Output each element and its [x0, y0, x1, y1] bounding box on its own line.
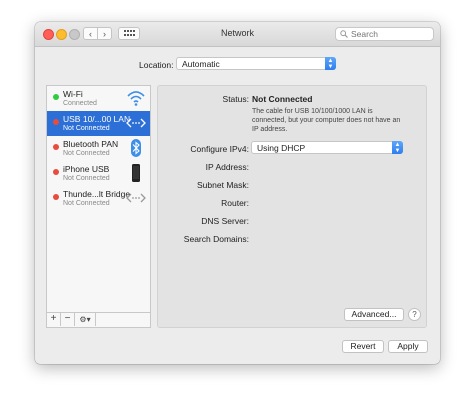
- configure-ipv4-popup[interactable]: Using DHCP ▲ ▼: [251, 141, 403, 154]
- help-button[interactable]: ?: [408, 308, 421, 321]
- network-window: ‹ › Network Location: Automatic ▲▼ Wi: [35, 22, 440, 364]
- search-input[interactable]: [351, 29, 431, 39]
- status-dot: [53, 94, 59, 100]
- location-label: Location:: [139, 60, 174, 70]
- revert-button[interactable]: Revert: [342, 340, 384, 353]
- status-value: Not Connected: [252, 94, 313, 104]
- status-dot: [53, 169, 59, 175]
- service-status: Not Connected: [63, 125, 110, 132]
- popup-arrows-icon: ▲ ▼: [325, 57, 336, 70]
- service-item-usb-lan[interactable]: USB 10/...00 LAN Not Connected: [47, 111, 150, 136]
- action-menu-button[interactable]: ⚙▾: [75, 313, 96, 326]
- service-name: Wi-Fi: [63, 89, 83, 99]
- advanced-button[interactable]: Advanced...: [344, 308, 404, 321]
- router-label: Router:: [221, 198, 249, 208]
- ethernet-icon: [126, 193, 146, 203]
- status-dot: [53, 144, 59, 150]
- service-item-iphone-usb[interactable]: iPhone USB Not Connected: [47, 161, 150, 186]
- dns-server-label: DNS Server:: [201, 216, 249, 226]
- service-list-toolbar: + − ⚙▾: [47, 312, 150, 327]
- ip-address-label: IP Address:: [205, 162, 249, 172]
- wifi-icon: [127, 91, 145, 106]
- service-list[interactable]: Wi-Fi Connected USB 10/...00 LAN Not Con…: [46, 85, 151, 328]
- ethernet-icon: [126, 118, 146, 128]
- service-name: iPhone USB: [63, 164, 110, 174]
- subnet-mask-label: Subnet Mask:: [197, 180, 249, 190]
- service-name: Bluetooth PAN: [63, 139, 119, 149]
- service-status: Not Connected: [63, 200, 110, 207]
- gear-icon: ⚙▾: [79, 315, 91, 324]
- service-item-wifi[interactable]: Wi-Fi Connected: [47, 86, 150, 111]
- search-field[interactable]: [335, 27, 434, 41]
- search-icon: [340, 30, 348, 38]
- service-name: USB 10/...00 LAN: [63, 114, 131, 124]
- service-status: Not Connected: [63, 150, 110, 157]
- popup-arrows-icon: ▲ ▼: [392, 141, 403, 154]
- apply-button[interactable]: Apply: [388, 340, 428, 353]
- status-description: The cable for USB 10/100/1000 LAN is con…: [252, 108, 401, 133]
- service-status: Not Connected: [63, 175, 110, 182]
- status-label: Status:: [222, 94, 249, 104]
- location-value: Automatic: [182, 59, 220, 69]
- iphone-icon: [132, 164, 140, 182]
- status-dot: [53, 119, 59, 125]
- service-name: Thunde...lt Bridge: [63, 189, 131, 199]
- bluetooth-icon: [131, 139, 141, 157]
- title-bar: ‹ › Network: [35, 22, 440, 47]
- remove-service-button[interactable]: −: [61, 313, 75, 326]
- service-item-thunderbolt-bridge[interactable]: Thunde...lt Bridge Not Connected: [47, 186, 150, 211]
- search-domains-label: Search Domains:: [183, 234, 249, 244]
- add-service-button[interactable]: +: [47, 313, 61, 326]
- configure-ipv4-label: Configure IPv4:: [190, 144, 249, 154]
- location-popup[interactable]: Automatic ▲ ▼: [176, 57, 336, 70]
- configure-ipv4-value: Using DHCP: [257, 143, 306, 153]
- service-item-bluetooth-pan[interactable]: Bluetooth PAN Not Connected: [47, 136, 150, 161]
- service-status: Connected: [63, 100, 97, 107]
- status-dot: [53, 194, 59, 200]
